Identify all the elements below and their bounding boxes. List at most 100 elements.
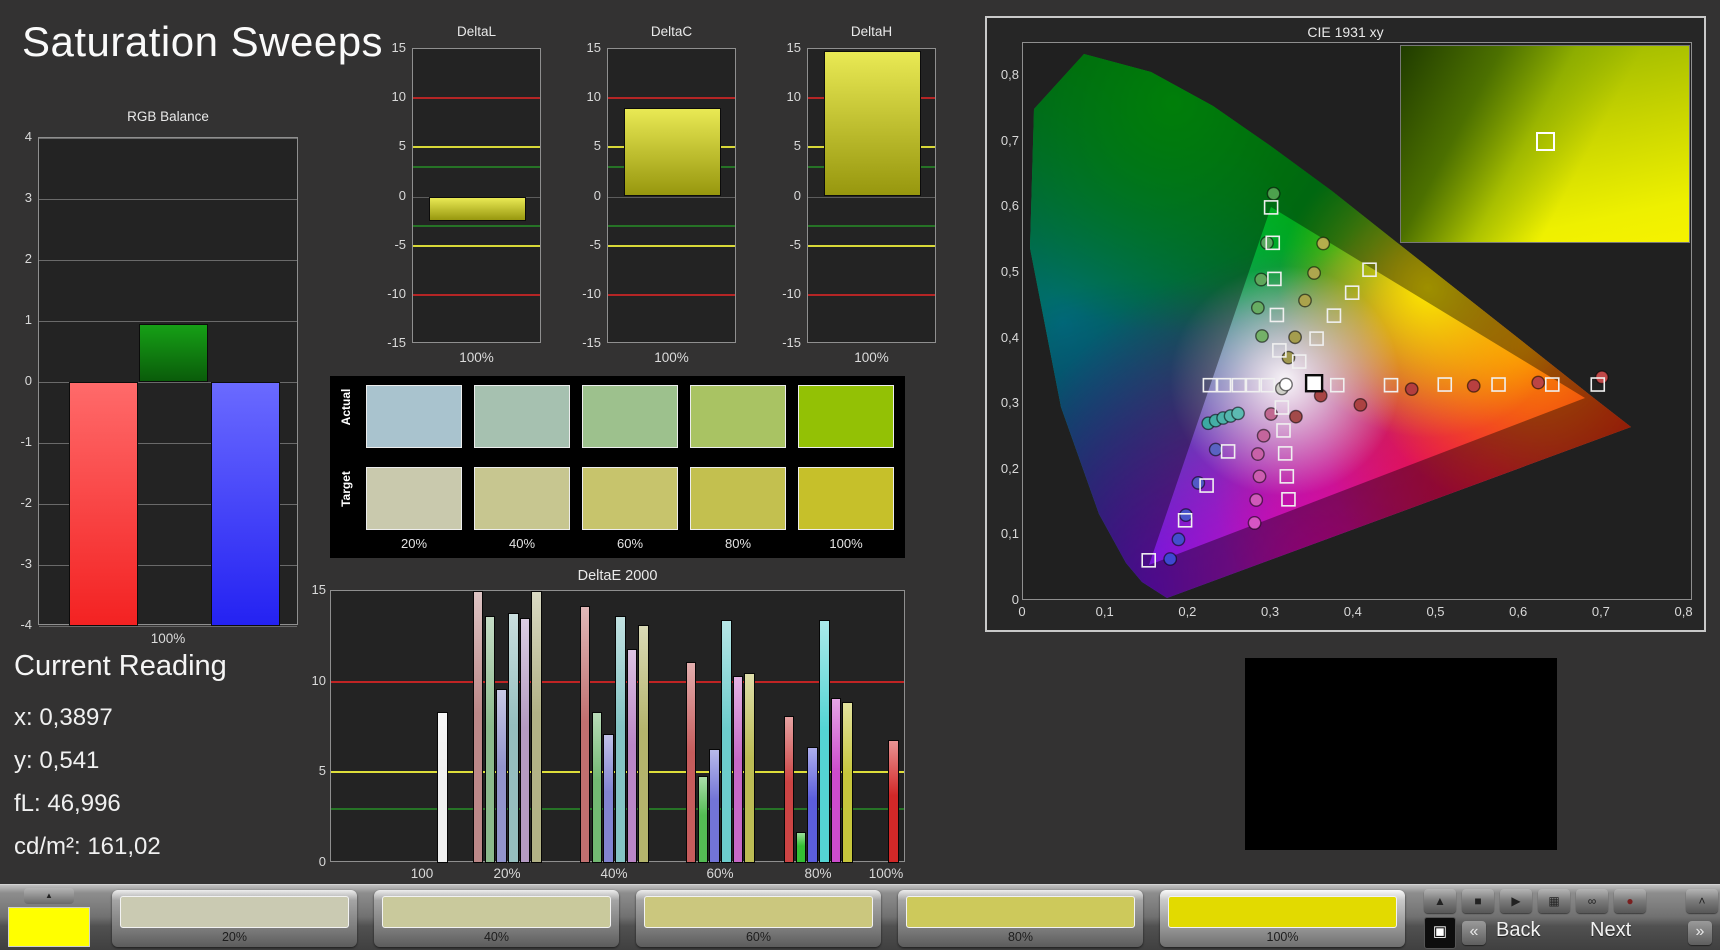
rgb-y-tick: -2	[20, 495, 32, 510]
actual-target-swatches: Actual Target 20% 40% 60% 80% 100%	[330, 376, 905, 558]
eject-icon: ▲	[1434, 894, 1446, 908]
cie-x-tick: 0,6	[1509, 604, 1528, 619]
target-swatch-80%	[690, 467, 786, 530]
deltae-bar	[830, 697, 842, 863]
measurement-dot	[1256, 428, 1271, 443]
deltae-bar	[519, 618, 531, 863]
pattern-swatch	[382, 896, 611, 928]
back-chevron-button[interactable]: «	[1462, 921, 1486, 945]
deltae-bar	[638, 625, 649, 863]
measured-color-patch	[1400, 45, 1690, 243]
cie-x-tick: 0,8	[1674, 604, 1693, 619]
deltae-bar	[508, 612, 519, 863]
loop-button[interactable]: ∞	[1576, 889, 1608, 913]
limit-line	[608, 293, 735, 296]
rgb-balance-x-label: 100%	[150, 631, 186, 646]
actual-swatch-40%	[474, 385, 570, 448]
delta-y-tick: 10	[391, 89, 406, 105]
rgb-gridline	[39, 626, 297, 627]
cie-y-tick: 0,5	[1000, 264, 1019, 279]
pattern-button[interactable]: ▦	[1538, 889, 1570, 913]
delta-chart-title: DeltaH	[850, 24, 893, 39]
pattern-button-label: 60%	[745, 930, 772, 944]
current-target-square	[1304, 374, 1324, 393]
back-button[interactable]: Back	[1496, 919, 1540, 942]
pattern-button-label: 80%	[1007, 930, 1034, 944]
pattern-button-40%[interactable]: 40%	[374, 890, 619, 947]
collapse-button[interactable]: ˄	[1686, 889, 1718, 913]
rgb-y-tick: -1	[20, 434, 32, 449]
deltae-y-tick: 0	[318, 854, 326, 869]
measurement-dot	[1288, 330, 1302, 345]
eject-button[interactable]: ▲	[1424, 889, 1456, 913]
deltae-bar	[721, 620, 732, 863]
delta-y-tick: -10	[782, 285, 801, 301]
deltae-2000-chart: DeltaE 2000 15 10 5 0 100 20% 40% 60% 80% 100%	[300, 566, 925, 886]
target-swatch-100%	[798, 467, 894, 530]
eject-icon[interactable]: ▲	[24, 888, 74, 904]
cie-y-tick: 0,3	[1000, 395, 1019, 411]
delta-y-tick: 10	[786, 89, 801, 105]
deltae-bar	[888, 739, 899, 863]
rgb-gridline	[39, 138, 297, 139]
display-mode-button[interactable]: ▣	[1424, 917, 1456, 949]
measurement-dot	[1247, 516, 1262, 530]
measurement-dot	[1316, 236, 1331, 251]
measurement-dot	[1266, 186, 1281, 201]
next-chevron-button[interactable]: »	[1688, 921, 1712, 945]
rgb-y-tick: -3	[20, 556, 32, 571]
cie-x-tick: 0,2	[1178, 604, 1197, 619]
deltae-y-tick: 15	[311, 582, 326, 597]
deltae-bar	[709, 748, 720, 863]
delta-gridline	[608, 196, 735, 198]
deltae-bar	[842, 701, 853, 863]
pattern-button-20%[interactable]: 20%	[112, 890, 357, 947]
deltae-bar	[697, 775, 709, 863]
swatch-col-label: 20%	[400, 536, 428, 551]
pattern-swatch	[1168, 896, 1397, 928]
measurement-dot	[1307, 266, 1322, 280]
cie-x-tick: 0,4	[1343, 604, 1362, 619]
current-reading-heading: Current Reading	[14, 650, 227, 682]
measurement-dot	[1231, 406, 1245, 421]
measurement-dot	[1250, 447, 1265, 461]
collapse-icon: ˄	[1698, 894, 1706, 908]
pattern-button-60%[interactable]: 60%	[636, 890, 881, 947]
deltae-bar	[472, 591, 484, 863]
deltae-x-label: 40%	[600, 866, 628, 881]
delta-y-tick: 10	[586, 89, 601, 105]
stop-button[interactable]: ■	[1462, 889, 1494, 913]
target-swatch-20%	[366, 467, 462, 530]
play-button[interactable]: ▶	[1500, 889, 1532, 913]
swatch-col-label: 100%	[829, 536, 863, 551]
record-button[interactable]: ●	[1614, 889, 1646, 913]
rgb-gridline	[39, 199, 297, 200]
next-button[interactable]: Next	[1590, 919, 1631, 942]
deltae-bar	[615, 616, 626, 863]
cie-title: CIE 1931 xy	[1307, 24, 1384, 40]
deltae-bar	[579, 605, 591, 863]
deltae-bar	[531, 591, 542, 863]
cie-x-tick: 0	[1018, 604, 1026, 619]
rgb-balance-chart: RGB Balance 100% 4 3 2 1 0 -1 -2 -3 -4	[0, 105, 312, 661]
rgb-balance-title: RGB Balance	[127, 109, 209, 124]
video-preview-box	[1245, 658, 1557, 850]
deltae-plot	[330, 590, 905, 863]
delta-chart-title: DeltaC	[650, 24, 693, 39]
swatch-col-label: 80%	[724, 536, 752, 551]
rgb-bar-red	[69, 382, 138, 626]
cie-y-tick: 0,1	[1000, 526, 1019, 542]
reading-y: y: 0,541	[14, 747, 100, 774]
loop-icon: ∞	[1587, 894, 1597, 908]
delta-chart-plot-deltal	[412, 48, 541, 343]
limit-line	[413, 224, 540, 227]
delta-y-tick: -15	[387, 334, 406, 350]
measurement-dot	[1252, 469, 1267, 484]
delta-chart-plot-deltah	[807, 48, 936, 343]
pattern-button-80%[interactable]: 80%	[898, 890, 1143, 947]
pattern-button-100%[interactable]: 100%	[1160, 890, 1405, 947]
delta-y-tick: 5	[793, 138, 801, 154]
rgb-gridline	[39, 321, 297, 322]
actual-swatch-80%	[690, 385, 786, 448]
stop-icon: ■	[1474, 894, 1482, 908]
